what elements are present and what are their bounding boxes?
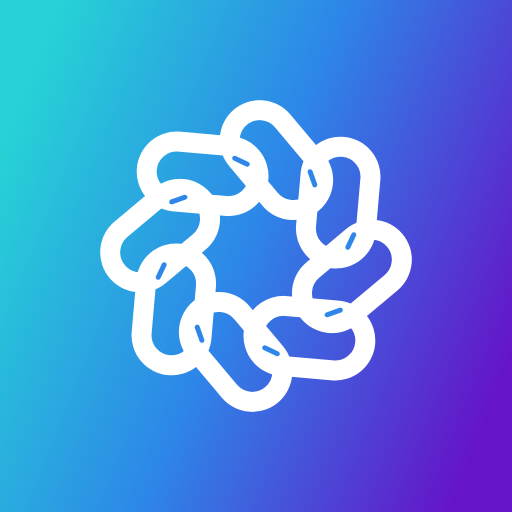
interlaced-knot-icon (100, 100, 412, 412)
app-icon-tile (0, 0, 512, 512)
